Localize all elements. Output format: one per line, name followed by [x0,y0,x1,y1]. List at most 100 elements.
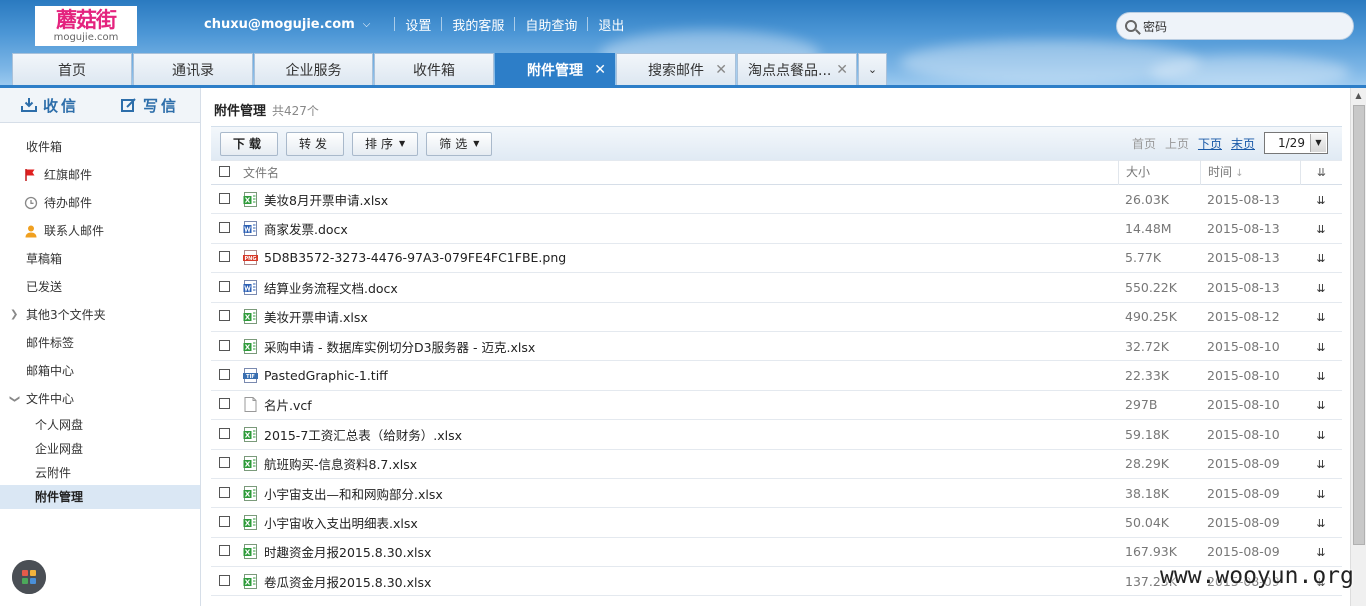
file-name-link[interactable]: 采购申请 - 数据库实例切分D3服务器 - 迈克.xlsx [243,337,1118,356]
table-row[interactable]: 小宇宙收入支出明细表.xlsx 50.04K 2015-08-09 ⇊ [211,508,1342,538]
sidebar-item-other-folders[interactable]: ❯ 其他3个文件夹 [0,301,200,329]
prev-page-link[interactable]: 上页 [1165,135,1189,152]
file-name-link[interactable]: TIF PastedGraphic-1.tiff [243,368,1118,384]
sort-dropdown[interactable]: 排序 ▼ [352,131,419,156]
tab-home[interactable]: 首页 [12,53,132,85]
table-row[interactable]: 商家发票.docx 14.48M 2015-08-13 ⇊ [211,214,1342,244]
table-row[interactable]: 名片.vcf 297B 2015-08-10 ⇊ [211,391,1342,421]
row-expand-button[interactable]: ⇊ [1300,427,1342,442]
search-icon[interactable] [1125,20,1137,32]
row-expand-button[interactable]: ⇊ [1300,339,1342,354]
download-button[interactable]: 下载 [220,131,279,156]
sidebar-item-flagged[interactable]: 红旗邮件 [0,161,200,189]
receive-mail-button[interactable]: 收信 [0,88,100,122]
scroll-up-arrow-icon[interactable]: ▲ [1351,88,1366,104]
tab-contacts[interactable]: 通讯录 [133,53,253,85]
column-header-size[interactable]: 大小 [1118,160,1200,185]
settings-link[interactable]: 设置 [405,15,431,34]
file-name-link[interactable]: 卷瓜资金月报2015.8.30.xlsx [243,572,1118,591]
file-name-link[interactable]: PNG 5D8B3572-3273-4476-97A3-079FE4FC1FBE.… [243,250,1118,266]
row-expand-button[interactable]: ⇊ [1300,192,1342,207]
file-name-link[interactable]: 美妆8月开票申请.xlsx [243,190,1118,209]
customer-service-link[interactable]: 我的客服 [452,15,504,34]
close-icon[interactable]: ✕ [836,62,848,78]
chevron-down-icon[interactable]: ❯ [0,395,28,403]
file-name-link[interactable]: 航班购买-信息资料8.7.xlsx [243,454,1118,473]
row-expand-button[interactable]: ⇊ [1300,368,1342,383]
table-row[interactable]: 美妆开票申请.xlsx 490.25K 2015-08-12 ⇊ [211,303,1342,332]
file-name-link[interactable]: 美妆开票申请.xlsx [243,307,1118,326]
last-page-link[interactable]: 末页 [1231,135,1255,152]
close-icon[interactable]: ✕ [715,62,727,78]
file-name-link[interactable]: 小宇宙支出—和和网购部分.xlsx [243,484,1118,503]
row-checkbox[interactable] [219,192,230,204]
row-checkbox[interactable] [219,339,230,351]
first-page-link[interactable]: 首页 [1132,135,1156,152]
sidebar-item-todo[interactable]: 待办邮件 [0,189,200,217]
row-checkbox[interactable] [219,574,230,586]
close-icon[interactable]: ✕ [594,62,606,78]
scrollbar-thumb[interactable] [1353,105,1365,545]
chevron-right-icon[interactable]: ❯ [10,301,18,329]
table-row[interactable]: 美妆8月开票申请.xlsx 26.03K 2015-08-13 ⇊ [211,185,1342,215]
row-checkbox[interactable] [219,515,230,527]
file-name-link[interactable]: 名片.vcf [243,395,1118,414]
column-header-time[interactable]: 时间 ↓ [1200,160,1300,185]
sidebar-item-cloud-attachment[interactable]: 云附件 [0,461,200,485]
row-checkbox[interactable] [219,280,230,292]
vertical-scrollbar[interactable]: ▲ [1350,88,1366,606]
search-input[interactable] [1143,19,1323,33]
row-expand-button[interactable]: ⇊ [1300,280,1342,295]
row-checkbox[interactable] [219,398,230,410]
sidebar-item-mailbox-center[interactable]: 邮箱中心 [0,357,200,385]
row-expand-button[interactable]: ⇊ [1300,486,1342,501]
tab-taodiandian[interactable]: 淘点点餐品... ✕ [737,53,857,85]
file-name-link[interactable]: 时趣资金月报2015.8.30.xlsx [243,542,1118,561]
tab-enterprise-services[interactable]: 企业服务 [254,53,373,85]
sidebar-item-drafts[interactable]: 草稿箱 [0,245,200,273]
file-name-link[interactable]: 2015-7工资汇总表（给财务）.xlsx [243,425,1118,444]
table-row[interactable]: 结算业务流程文档.docx 550.22K 2015-08-13 ⇊ [211,273,1342,303]
app-launcher-button[interactable] [12,560,46,594]
row-expand-button[interactable]: ⇊ [1300,456,1342,471]
row-checkbox[interactable] [219,427,230,439]
logout-link[interactable]: 退出 [598,15,624,34]
select-all-checkbox[interactable] [219,165,230,177]
sidebar-item-contact-mail[interactable]: 联系人邮件 [0,217,200,245]
sidebar-item-mail-tags[interactable]: 邮件标签 [0,329,200,357]
tab-overflow-button[interactable]: ⌄ [858,53,887,85]
table-row[interactable]: 采购申请 - 数据库实例切分D3服务器 - 迈克.xlsx 32.72K 2015-… [211,332,1342,362]
table-row[interactable]: 2015-7工资汇总表（给财务）.xlsx 59.18K 2015-08-10 ⇊ [211,420,1342,450]
file-name-link[interactable]: 小宇宙收入支出明细表.xlsx [243,513,1118,532]
row-checkbox[interactable] [219,222,230,234]
row-expand-button[interactable]: ⇊ [1300,250,1342,265]
row-expand-button[interactable]: ⇊ [1300,515,1342,530]
row-expand-button[interactable]: ⇊ [1300,309,1342,324]
table-row[interactable]: TIF PastedGraphic-1.tiff 22.33K 2015-08-10 ⇊ [211,361,1342,391]
row-checkbox[interactable] [219,486,230,498]
column-header-name[interactable]: 文件名 [243,164,1118,181]
sidebar-item-personal-drive[interactable]: 个人网盘 [0,413,200,437]
tab-inbox[interactable]: 收件箱 [374,53,494,85]
self-service-link[interactable]: 自助查询 [525,15,577,34]
table-row[interactable]: PNG 5D8B3572-3273-4476-97A3-079FE4FC1FBE.… [211,244,1342,274]
account-email[interactable]: chuxu@mogujie.com [204,17,355,32]
filter-dropdown[interactable]: 筛选 ▼ [426,131,493,156]
row-checkbox[interactable] [219,251,230,263]
write-mail-button[interactable]: 写信 [100,88,200,122]
row-checkbox[interactable] [219,310,230,322]
sidebar-item-sent[interactable]: 已发送 [0,273,200,301]
brand-logo[interactable]: 蘑菇街 mogujie.com [35,6,137,46]
row-checkbox[interactable] [219,457,230,469]
tab-attachment-manager[interactable]: 附件管理 ✕ [495,53,615,85]
next-page-link[interactable]: 下页 [1198,135,1222,152]
file-name-link[interactable]: 商家发票.docx [243,219,1118,238]
page-select[interactable]: 1/29 ▼ [1264,132,1328,154]
tab-search-mail[interactable]: 搜索邮件 ✕ [616,53,736,85]
expand-all-button[interactable]: ⇊ [1300,160,1342,185]
sidebar-item-enterprise-drive[interactable]: 企业网盘 [0,437,200,461]
sidebar-item-attachment-manager[interactable]: 附件管理 [0,485,200,509]
sidebar-item-inbox[interactable]: 收件箱 [0,133,200,161]
row-expand-button[interactable]: ⇊ [1300,544,1342,559]
sidebar-item-file-center[interactable]: ❯ 文件中心 [0,385,200,413]
